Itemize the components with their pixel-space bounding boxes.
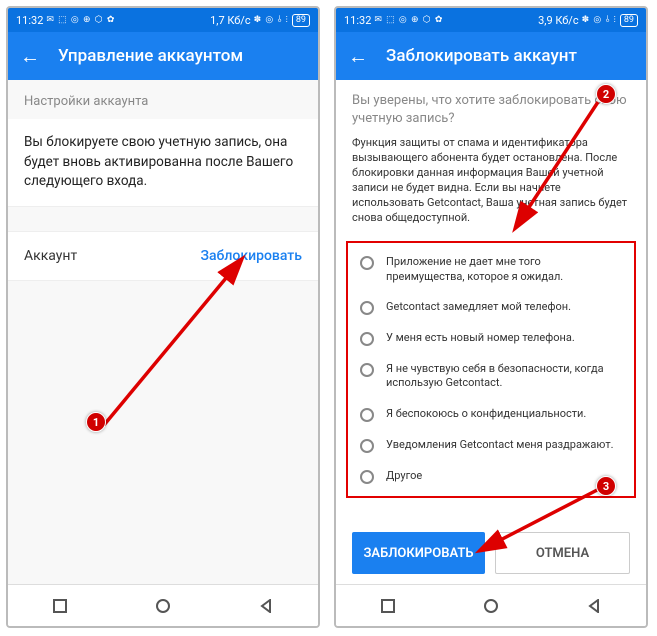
account-label: Аккаунт: [24, 248, 77, 264]
radio-icon[interactable]: [360, 439, 374, 453]
header-title: Заблокировать аккаунт: [386, 46, 577, 66]
back-icon[interactable]: ←: [348, 44, 368, 69]
radio-icon[interactable]: [360, 470, 374, 484]
info-text: Вы блокируете свою учетную запись, она б…: [8, 119, 318, 207]
radio-icon[interactable]: [360, 332, 374, 346]
block-link[interactable]: Заблокировать: [201, 248, 303, 264]
radio-icon[interactable]: [360, 363, 374, 377]
status-icons-right: ✽ ◎ ⫰ ⫶: [254, 15, 289, 25]
nav-recent-icon[interactable]: [381, 599, 395, 613]
button-row: ЗАБЛОКИРОВАТЬ ОТМЕНА: [336, 520, 646, 584]
reason-option[interactable]: Getcontact замедляет мой телефон.: [348, 292, 634, 323]
reason-option[interactable]: Приложение не дает мне того преимущества…: [348, 247, 634, 292]
back-icon[interactable]: ←: [20, 44, 40, 69]
phone-left: 11:32 ✉ ⬚ ◎ ⊕ ⬡ ✿ 1,7 Кб/с ✽ ◎ ⫰ ⫶ 89 ← …: [6, 6, 320, 628]
cancel-button[interactable]: ОТМЕНА: [495, 532, 630, 574]
content-area: Вы уверены, что хотите заблокировать сво…: [336, 80, 646, 584]
reason-option[interactable]: Я беспокоюсь о конфиденциальности.: [348, 399, 634, 430]
header-title: Управление аккаунтом: [58, 46, 243, 66]
nav-back-icon[interactable]: [587, 599, 601, 613]
content-area: Настройки аккаунта Вы блокируете свою уч…: [8, 80, 318, 584]
status-time: 11:32: [16, 14, 43, 27]
reason-option[interactable]: Другое: [348, 461, 634, 492]
status-speed: 3,9 Кб/с: [538, 14, 579, 27]
battery-indicator: 89: [292, 14, 310, 27]
callout-2: 2: [596, 84, 616, 104]
nav-back-icon[interactable]: [259, 599, 273, 613]
nav-recent-icon[interactable]: [53, 599, 67, 613]
block-button[interactable]: ЗАБЛОКИРОВАТЬ: [352, 532, 485, 574]
header: ← Заблокировать аккаунт: [336, 32, 646, 80]
radio-icon[interactable]: [360, 301, 374, 315]
reason-option[interactable]: У меня есть новый номер телефона.: [348, 323, 634, 354]
phone-right: 11:32 ✉ ⬚ ◎ ⊕ ⬡ ✿ 3,9 Кб/с ✽ ◎ ⫰ ⫶ 89 ← …: [334, 6, 648, 628]
callout-1: 1: [86, 412, 106, 432]
status-icons-left: ✉ ⬚ ◎ ⊕ ⬡ ✿: [374, 15, 443, 25]
status-time: 11:32: [344, 14, 371, 27]
radio-icon[interactable]: [360, 256, 374, 270]
statusbar: 11:32 ✉ ⬚ ◎ ⊕ ⬡ ✿ 1,7 Кб/с ✽ ◎ ⫰ ⫶ 89: [8, 8, 318, 32]
radio-icon[interactable]: [360, 408, 374, 422]
nav-home-icon[interactable]: [484, 599, 498, 613]
reason-label: Getcontact замедляет мой телефон.: [386, 300, 571, 314]
reason-option[interactable]: Я не чувствую себя в безопасности, когда…: [348, 354, 634, 399]
navbar: [336, 584, 646, 626]
account-row[interactable]: Аккаунт Заблокировать: [8, 231, 318, 281]
reason-label: У меня есть новый номер телефона.: [386, 331, 575, 345]
statusbar: 11:32 ✉ ⬚ ◎ ⊕ ⬡ ✿ 3,9 Кб/с ✽ ◎ ⫰ ⫶ 89: [336, 8, 646, 32]
navbar: [8, 584, 318, 626]
reason-label: Приложение не дает мне того преимущества…: [386, 255, 622, 284]
status-icons-right: ✽ ◎ ⫰ ⫶: [582, 15, 617, 25]
reasons-box: Приложение не дает мне того преимущества…: [346, 241, 636, 497]
battery-indicator: 89: [620, 14, 638, 27]
reason-label: Уведомления Getcontact меня раздражают.: [386, 438, 614, 452]
status-speed: 1,7 Кб/с: [210, 14, 251, 27]
nav-home-icon[interactable]: [156, 599, 170, 613]
header: ← Управление аккаунтом: [8, 32, 318, 80]
status-icons-left: ✉ ⬚ ◎ ⊕ ⬡ ✿: [46, 15, 115, 25]
reason-option[interactable]: Уведомления Getcontact меня раздражают.: [348, 430, 634, 461]
section-title: Настройки аккаунта: [8, 80, 318, 119]
disclaimer-text: Функция защиты от спама и идентификатора…: [336, 136, 646, 235]
reason-label: Я беспокоюсь о конфиденциальности.: [386, 407, 586, 421]
reason-label: Другое: [386, 469, 422, 483]
reason-label: Я не чувствую себя в безопасности, когда…: [386, 362, 622, 391]
callout-3: 3: [596, 476, 616, 496]
